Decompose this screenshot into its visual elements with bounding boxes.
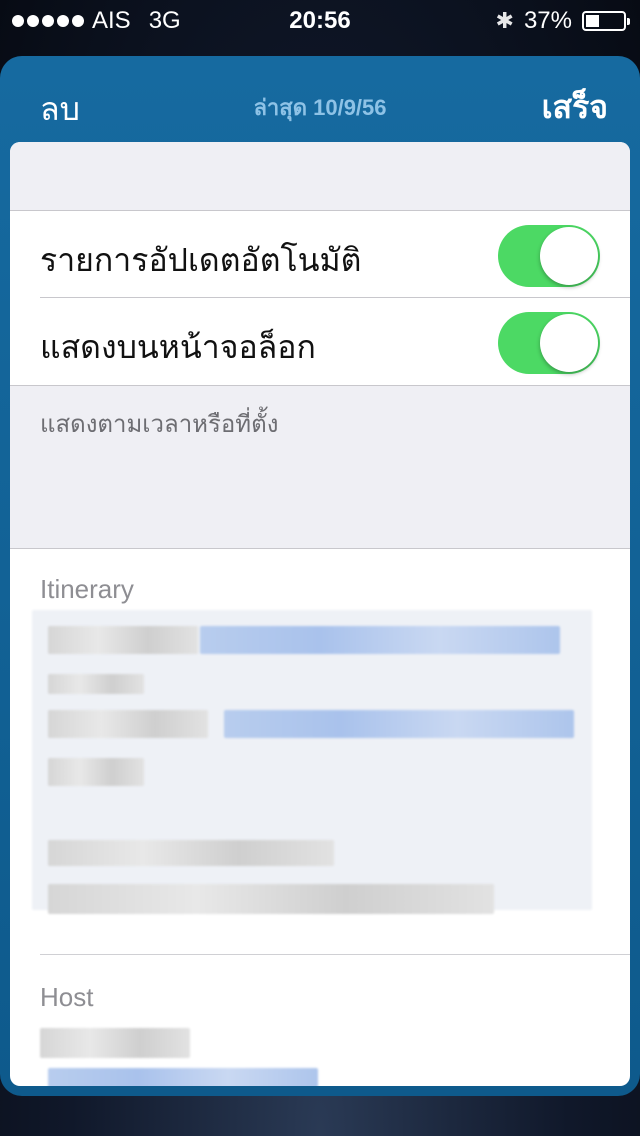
battery-percent: 37% xyxy=(523,7,572,34)
nav-bar: ลบ ล่าสุด 10/9/56 เสร็จ xyxy=(0,56,640,142)
lock-screen-toggle[interactable] xyxy=(498,312,600,374)
lock-screen-row: แสดงบนหน้าจอล็อก xyxy=(10,298,630,384)
section-header-space xyxy=(10,142,630,211)
auto-update-row: รายการอัปเดตอัตโนมัติ xyxy=(10,211,630,297)
section-divider xyxy=(40,954,630,955)
done-button[interactable]: เสร็จ xyxy=(542,82,608,133)
status-right: ✱ 37% xyxy=(495,7,630,35)
settings-footer: แสดงตามเวลาหรือที่ตั้ง xyxy=(10,385,630,549)
passbook-card: ลบ ล่าสุด 10/9/56 เสร็จ รายการอัปเดตอัตโ… xyxy=(0,56,640,1096)
footer-note: แสดงตามเวลาหรือที่ตั้ง xyxy=(40,411,279,438)
toggle-knob xyxy=(540,314,598,372)
bluetooth-icon: ✱ xyxy=(495,8,514,33)
status-bar: AIS 3G 20:56 ✱ 37% xyxy=(0,0,640,40)
toggle-knob xyxy=(540,227,598,285)
auto-update-label: รายการอัปเดตอัตโนมัติ xyxy=(40,242,362,278)
battery-fill xyxy=(586,15,599,27)
auto-update-toggle[interactable] xyxy=(498,225,600,287)
host-title: Host xyxy=(40,982,94,1012)
settings-sheet: รายการอัปเดตอัตโนมัติ แสดงบนหน้าจอล็อก แ… xyxy=(10,142,630,1086)
battery-icon xyxy=(582,11,630,31)
itinerary-title: Itinerary xyxy=(40,574,134,604)
lock-screen-label: แสดงบนหน้าจอล็อก xyxy=(40,329,316,365)
